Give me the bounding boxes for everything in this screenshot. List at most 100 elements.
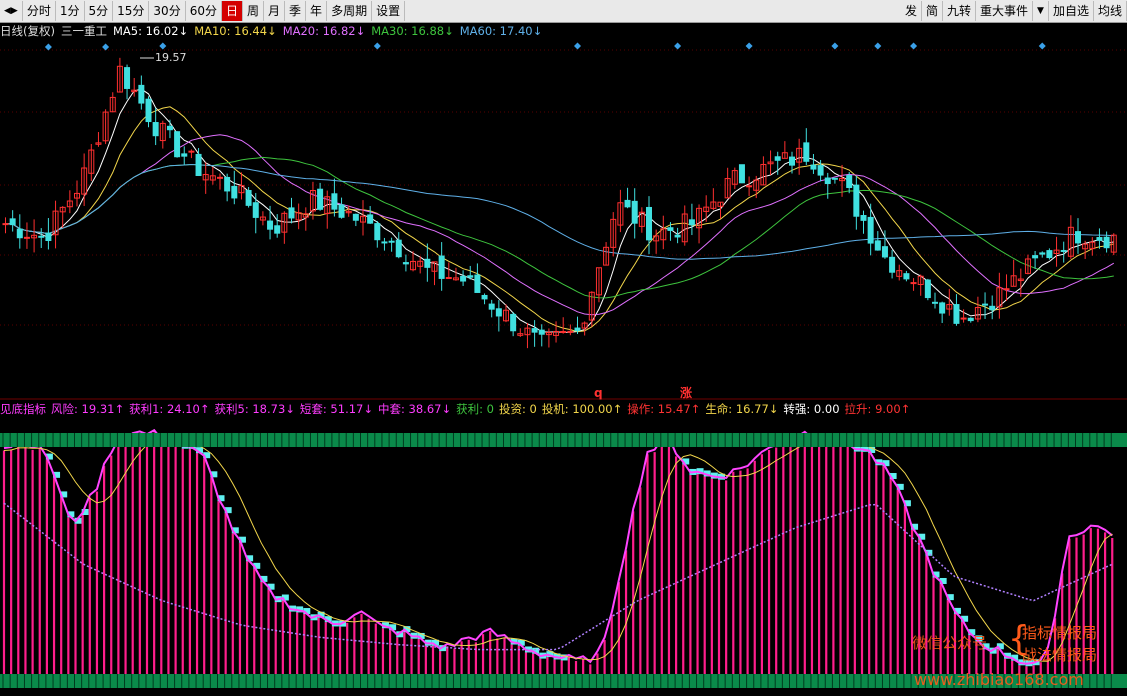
- ma-legend: 日线(复权) 三一重工 MA5: 16.02↓ MA10: 16.44↓ MA20: 1…: [0, 23, 548, 39]
- candle-body: [245, 189, 252, 206]
- toolbar-right-2[interactable]: 九转: [943, 1, 977, 21]
- candle-body: [395, 239, 402, 258]
- candle-body: [560, 330, 567, 333]
- toolbar-right-4[interactable]: 加自选: [1049, 1, 1094, 21]
- candle-body: [746, 185, 753, 188]
- toolbar-right-0[interactable]: 发: [901, 1, 922, 21]
- candle-body: [910, 282, 917, 285]
- candle-body: [481, 294, 488, 300]
- signal-diamond-icon: [910, 42, 918, 50]
- candle-body: [252, 202, 259, 218]
- candle-body: [982, 303, 989, 306]
- candle-body: [2, 223, 9, 226]
- nav-arrows-icon[interactable]: ◀▶: [0, 1, 23, 21]
- watermark-names: 指标情报局 战法情报局: [1022, 624, 1098, 664]
- legend-item-6: 投资: 0: [498, 402, 537, 416]
- toolbar-right-5[interactable]: 均线: [1094, 1, 1127, 21]
- candle-body: [646, 206, 652, 241]
- candle-body: [874, 240, 881, 251]
- candle-body: [803, 142, 810, 162]
- candle-body: [939, 302, 946, 314]
- signal-diamond-icon: [574, 42, 581, 50]
- candle-body: [166, 125, 173, 131]
- candle-body: [510, 313, 517, 332]
- candle-body: [224, 176, 231, 192]
- toolbar-right-1[interactable]: 简: [922, 1, 944, 21]
- legend-item-3: 短套: 51.17↓: [299, 402, 373, 416]
- signal-diamond-icon: [674, 42, 682, 50]
- candle-body: [23, 236, 30, 239]
- candle-body: [288, 207, 295, 219]
- candle-body: [352, 213, 359, 221]
- candle-body: [831, 177, 838, 180]
- candle-body: [846, 175, 853, 189]
- legend-title: 日线(复权): [0, 24, 55, 38]
- moving-average-lines: [5, 88, 1115, 333]
- ma30-line: [5, 156, 1114, 299]
- dropdown-icon[interactable]: ▼: [1033, 1, 1049, 21]
- period-tab-5[interactable]: 60分: [186, 1, 222, 21]
- candle-body: [1032, 255, 1039, 259]
- candle-body: [152, 122, 159, 137]
- watermark-url: www.zhibiao168.com: [914, 670, 1084, 689]
- candle-body: [467, 275, 474, 278]
- candle-body: [424, 258, 431, 268]
- stock-name: 三一重工: [60, 24, 107, 38]
- candle-body: [1039, 252, 1046, 255]
- ma-item-2: MA20: 16.82↓: [282, 24, 366, 38]
- period-tab-9[interactable]: 季: [285, 1, 307, 21]
- signal-diamond-icon: [373, 42, 381, 50]
- candle-body: [960, 317, 967, 320]
- legend-item-8: 操作: 15.47↑: [627, 402, 701, 416]
- candle-body: [674, 234, 681, 238]
- period-tab-1[interactable]: 1分: [56, 1, 85, 21]
- candle-body: [1096, 237, 1103, 241]
- candle-body: [624, 199, 631, 208]
- period-tab-2[interactable]: 5分: [85, 1, 114, 21]
- legend-item-1: 获利1: 24.10↑: [129, 402, 210, 416]
- candle-body: [538, 329, 545, 335]
- period-tab-10[interactable]: 年: [306, 1, 328, 21]
- candle-body: [231, 185, 238, 199]
- candle-body: [124, 67, 131, 89]
- marker-q: q: [594, 386, 603, 400]
- candle-body: [317, 188, 324, 210]
- legend-item-5: 获利: 0: [456, 402, 494, 416]
- signal-diamond-icon: [1038, 42, 1046, 50]
- period-tab-3[interactable]: 15分: [113, 1, 150, 21]
- signal-diamond-icon: [159, 42, 167, 50]
- candle-body: [817, 165, 824, 176]
- legend-item-10: 转强: 0.00: [783, 402, 840, 416]
- legend-item-0: 风险: 19.31↑: [51, 402, 125, 416]
- stock-chart[interactable]: 19.57 q 涨: [0, 0, 1127, 696]
- candle-body: [1003, 288, 1010, 291]
- candle-body: [388, 240, 395, 243]
- period-tab-7[interactable]: 周: [243, 1, 265, 21]
- candle-body: [460, 275, 467, 282]
- price-high-label: 19.57: [155, 51, 187, 64]
- period-tab-12[interactable]: 设置: [372, 1, 406, 21]
- candle-body: [967, 317, 974, 322]
- period-toolbar: ◀▶ 分时 1分 5分 15分 30分 60分日周月季年多周期 设置 发简九转 重大事件 ▼ 加自选均…: [0, 0, 1127, 23]
- candle-body: [1075, 231, 1081, 244]
- candle-body: [631, 200, 638, 224]
- period-tab-4[interactable]: 30分: [149, 1, 186, 21]
- grid-lines: [0, 49, 1127, 400]
- candle-body: [145, 98, 152, 123]
- candle-body: [774, 156, 781, 161]
- period-tab-6[interactable]: 日: [221, 1, 243, 21]
- candle-body: [789, 156, 795, 166]
- signal-diamond-icon: [831, 42, 839, 50]
- dotted-trend-line: [3, 502, 1113, 651]
- candle-body: [853, 184, 860, 217]
- candle-body: [195, 153, 202, 176]
- ma-item-3: MA30: 16.88↓: [371, 24, 454, 38]
- toolbar-right-3[interactable]: 重大事件: [976, 1, 1034, 21]
- ma60-line: [5, 163, 1114, 260]
- period-tab-8[interactable]: 月: [264, 1, 286, 21]
- signal-line: [3, 437, 1113, 662]
- period-tab-11[interactable]: 多周期: [327, 1, 373, 21]
- candle-body: [367, 214, 374, 224]
- period-tab-0[interactable]: 分时: [23, 1, 56, 21]
- candlesticks: [2, 57, 1117, 349]
